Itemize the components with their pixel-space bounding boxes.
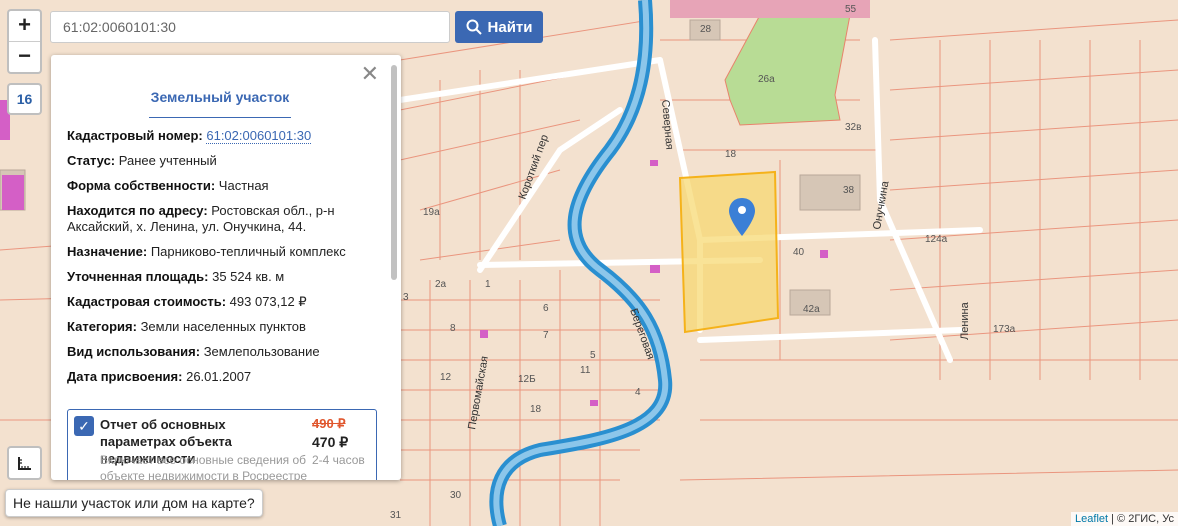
zoom-in-button[interactable]: + (9, 11, 40, 41)
house-number: 7 (543, 330, 549, 341)
house-number: 31 (390, 510, 402, 521)
cadastral-number-link[interactable]: 61:02:0060101:30 (206, 128, 312, 144)
field-cadastral-number: Кадастровый номер: 61:02:0060101:30 (67, 128, 387, 144)
house-number: 18 (725, 149, 737, 160)
field-label: Категория: (67, 319, 137, 334)
field-value: Парниково-тепличный комплекс (150, 244, 346, 259)
street-label: Ленина (959, 301, 971, 340)
field-purpose: Назначение: Парниково-тепличный комплекс (67, 244, 387, 260)
house-number: 11 (580, 365, 591, 376)
house-number: 18 (530, 404, 542, 415)
house-number: 124а (925, 234, 948, 245)
field-cadastral-value: Кадастровая стоимость: 493 073,12 ₽ (67, 294, 387, 310)
house-number: 32в (845, 122, 861, 133)
ruler-icon (17, 457, 31, 470)
close-icon[interactable]: ✕ (361, 61, 379, 87)
field-label: Дата присвоения: (67, 369, 183, 384)
search-button-label: Найти (487, 18, 533, 36)
selected-parcel[interactable] (678, 170, 780, 334)
panel-scrollbar[interactable] (391, 65, 397, 280)
house-number: 173а (993, 324, 1016, 335)
field-label: Назначение: (67, 244, 148, 259)
house-number: 12Б (518, 374, 536, 385)
house-number: 19а (423, 207, 440, 218)
house-number: 4 (635, 387, 641, 398)
checkbox-checked-icon[interactable]: ✓ (74, 416, 94, 436)
search-icon (466, 19, 482, 35)
parcel-fields: Кадастровый номер: 61:02:0060101:30 Стат… (67, 128, 387, 394)
house-number: 30 (450, 490, 462, 501)
field-label: Находится по адресу: (67, 203, 208, 218)
panel-title: Земельный участок (149, 89, 291, 118)
field-label: Форма собственности: (67, 178, 216, 193)
field-usage: Вид использования: Землепользование (67, 344, 387, 360)
field-value: 35 524 кв. м (212, 269, 285, 284)
field-label: Вид использования: (67, 344, 201, 359)
new-price: 470 ₽ (312, 434, 349, 450)
attribution-text: | © 2ГИС, Ус (1111, 513, 1174, 525)
search-box (50, 11, 450, 43)
field-value: Землепользование (203, 344, 320, 359)
house-number: 40 (793, 247, 805, 258)
map-attribution: Leaflet | © 2ГИС, Ус (1071, 512, 1178, 526)
field-label: Кадастровая стоимость: (67, 294, 227, 309)
house-number: 8 (450, 323, 456, 334)
measure-button[interactable] (7, 446, 42, 480)
field-ownership: Форма собственности: Частная (67, 178, 387, 194)
field-label: Уточненная площадь: (67, 269, 209, 284)
field-status: Статус: Ранее учтенный (67, 153, 387, 169)
field-value: 26.01.2007 (186, 369, 252, 384)
house-number: 5 (590, 350, 596, 361)
field-value: Земли населенных пунктов (140, 319, 306, 334)
search-input[interactable] (51, 12, 449, 42)
zoom-control: + − (7, 9, 42, 74)
house-number: 3 (403, 292, 409, 303)
offer-description: Включает все основные сведения об объект… (100, 453, 308, 480)
house-number: 2а (435, 279, 447, 290)
field-category: Категория: Земли населенных пунктов (67, 319, 387, 335)
offer-time: 2-4 часов (312, 453, 365, 467)
house-number: 6 (543, 303, 549, 314)
house-number: 42а (803, 304, 820, 315)
house-number: 55 (845, 4, 857, 15)
field-value: 493 073,12 ₽ (229, 294, 307, 309)
search-button[interactable]: Найти (455, 11, 543, 43)
parcel-info-panel: ✕ Земельный участок Кадастровый номер: 6… (51, 55, 401, 480)
field-value: Частная (218, 178, 269, 193)
field-address: Находится по адресу: Ростовская обл., р-… (67, 203, 387, 235)
leaflet-link[interactable]: Leaflet (1075, 513, 1108, 525)
not-found-button[interactable]: Не нашли участок или дом на карте? (5, 489, 263, 517)
field-label: Кадастровый номер: (67, 128, 203, 143)
house-number: 38 (843, 185, 855, 196)
house-number: 26а (758, 74, 775, 85)
field-label: Статус: (67, 153, 116, 168)
old-price: 490 ₽ (312, 416, 346, 431)
field-date: Дата присвоения: 26.01.2007 (67, 369, 387, 385)
zoom-level: 16 (7, 83, 42, 115)
zoom-out-button[interactable]: − (9, 41, 40, 72)
house-number: 28 (700, 24, 712, 35)
field-area: Уточненная площадь: 35 524 кв. м (67, 269, 387, 285)
report-offer[interactable]: ✓ Отчет об основных параметрах объекта н… (67, 409, 377, 480)
field-value: Ранее учтенный (118, 153, 217, 168)
house-number: 12 (440, 372, 452, 383)
house-number: 1 (485, 279, 491, 290)
